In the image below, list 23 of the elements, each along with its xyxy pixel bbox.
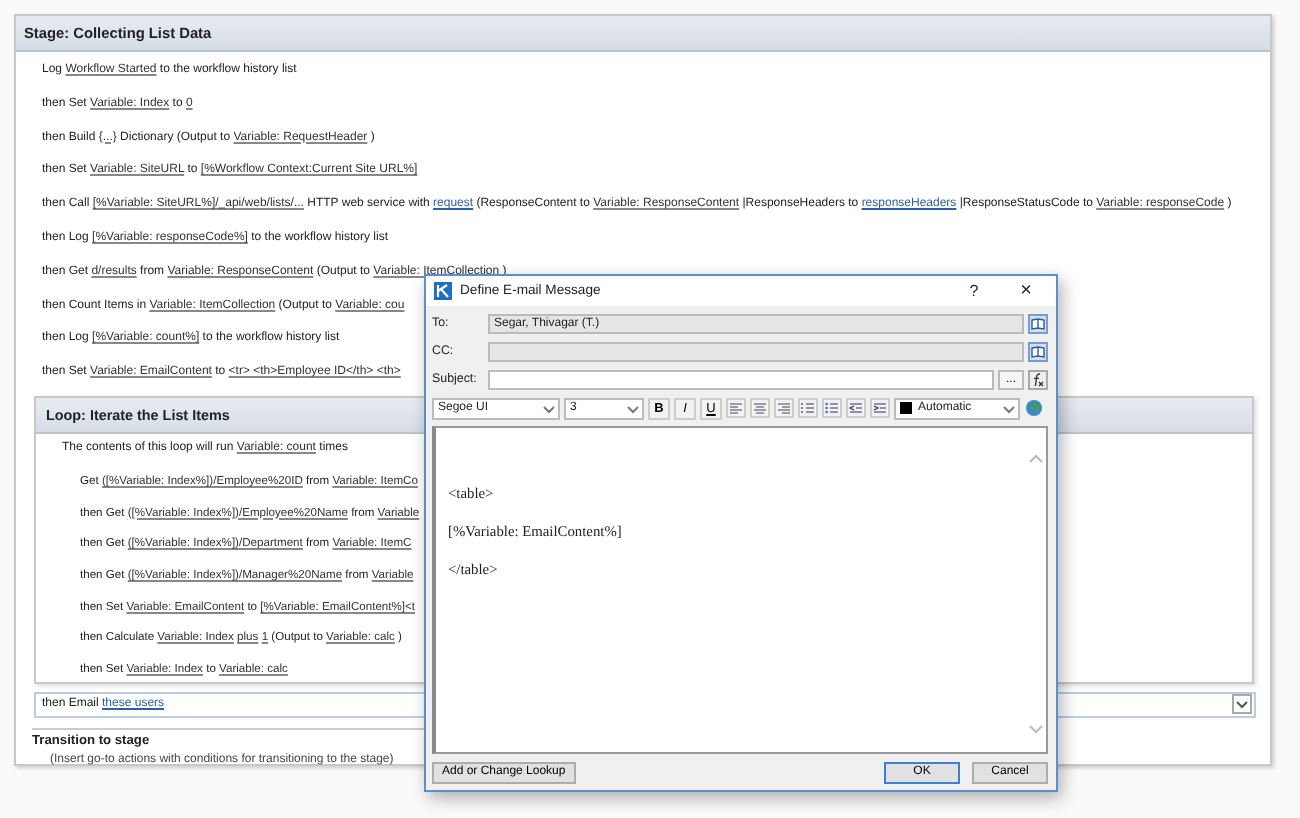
address-field[interactable] [488, 341, 1024, 361]
color-swatch-icon [900, 402, 912, 414]
indent-icon[interactable] [870, 398, 890, 418]
globe-icon[interactable] [1024, 398, 1044, 418]
dropdown-icon [542, 401, 556, 415]
app-icon [434, 282, 452, 300]
address-book-icon[interactable] [1028, 341, 1048, 361]
scroll-down-icon[interactable] [1027, 724, 1043, 736]
align-right-icon[interactable] [774, 398, 794, 418]
close-button[interactable]: × [1004, 280, 1048, 302]
dropdown-icon [1002, 401, 1016, 415]
dropdown-icon[interactable] [1232, 694, 1252, 715]
numbered-list-icon[interactable] [798, 398, 818, 418]
outdent-icon[interactable] [846, 398, 866, 418]
function-icon[interactable] [1028, 369, 1048, 389]
align-left-icon[interactable] [726, 398, 746, 418]
dropdown-icon [626, 401, 640, 415]
align-center-icon[interactable] [750, 398, 770, 418]
address-book-icon[interactable] [1028, 313, 1048, 333]
scroll-up-icon[interactable] [1027, 452, 1043, 464]
subject-field[interactable] [488, 369, 994, 389]
help-button[interactable]: ? [952, 282, 996, 300]
bullet-list-icon[interactable] [822, 398, 842, 418]
